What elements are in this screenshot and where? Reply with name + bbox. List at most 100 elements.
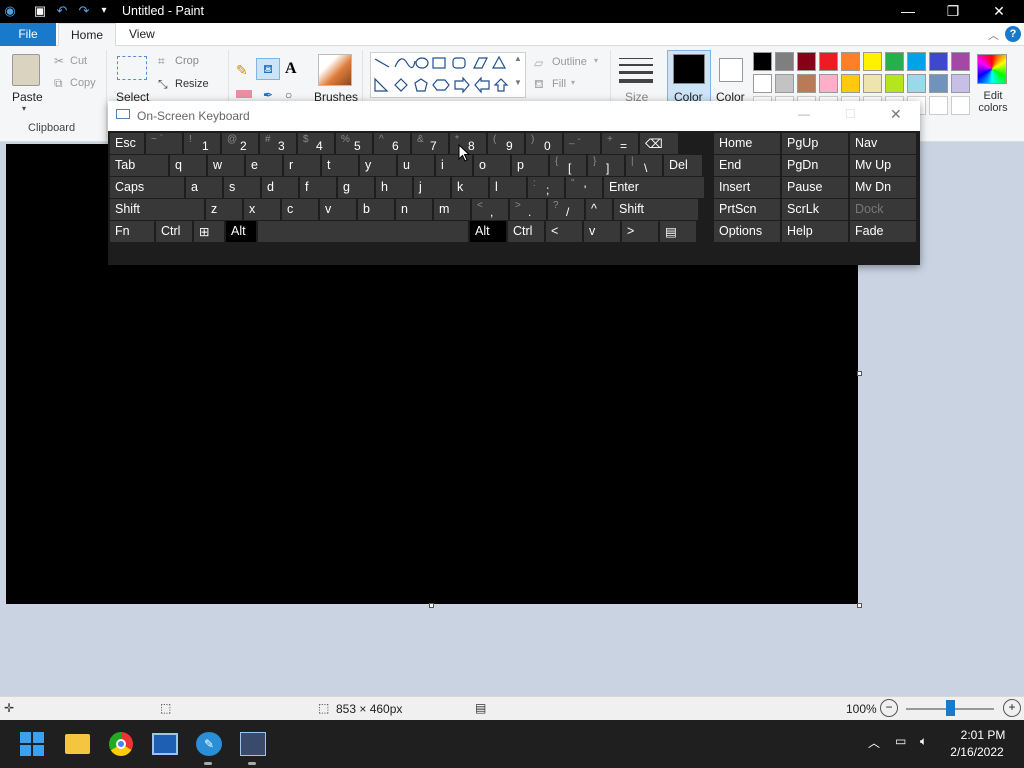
osk-key[interactable]: g	[338, 177, 374, 198]
zoom-slider-thumb[interactable]	[946, 700, 955, 716]
paste-button[interactable]: Paste	[12, 90, 43, 104]
close-button[interactable]: ✕	[976, 0, 1022, 23]
palette-swatch[interactable]	[775, 52, 794, 71]
osk-key[interactable]: Enter	[604, 177, 704, 198]
palette-swatch[interactable]	[753, 74, 772, 93]
paint-taskbar-icon[interactable]: ✎	[196, 732, 222, 756]
osk-key[interactable]: h	[376, 177, 412, 198]
undo-icon[interactable]: ↶	[54, 3, 70, 19]
edit-colors-button[interactable]: Edit colors	[977, 90, 1009, 114]
osk-key[interactable]: Caps	[110, 177, 184, 198]
pencil-icon[interactable]: ✎	[236, 62, 248, 79]
volume-icon[interactable]: 🔈︎	[920, 734, 927, 749]
osk-key[interactable]: z	[206, 199, 242, 220]
osk-key[interactable]: j	[414, 177, 450, 198]
app-window-icon[interactable]	[152, 733, 178, 755]
osk-key[interactable]: #3	[260, 133, 296, 154]
osk-key[interactable]: >	[622, 221, 658, 242]
osk-nav-key[interactable]: Nav	[850, 133, 916, 154]
tab-home[interactable]: Home	[58, 23, 117, 46]
brushes-icon[interactable]	[318, 54, 352, 86]
osk-nav-key[interactable]: Help	[782, 221, 848, 242]
osk-key[interactable]: $4	[298, 133, 334, 154]
palette-swatch[interactable]	[863, 52, 882, 71]
clock-time[interactable]: 2:01 PM	[958, 728, 1008, 742]
osk-key[interactable]: ⌫	[640, 133, 678, 154]
osk-key[interactable]: >.	[510, 199, 546, 220]
osk-key[interactable]: b	[358, 199, 394, 220]
osk-nav-key[interactable]: Fade	[850, 221, 916, 242]
osk-maximize-button[interactable]: ☐	[845, 107, 856, 121]
osk-nav-key[interactable]: Mv Dn	[850, 177, 916, 198]
edit-colors-icon[interactable]	[977, 54, 1007, 84]
osk-key[interactable]: a	[186, 177, 222, 198]
palette-swatch[interactable]	[753, 52, 772, 71]
osk-key[interactable]: <,	[472, 199, 508, 220]
osk-key[interactable]: ⊞	[194, 221, 224, 242]
osk-key[interactable]: Alt	[470, 221, 506, 242]
osk-key[interactable]: m	[434, 199, 470, 220]
palette-swatch-empty[interactable]	[951, 96, 970, 115]
osk-key[interactable]: | \	[626, 155, 662, 176]
osk-key[interactable]: q	[170, 155, 206, 176]
osk-key[interactable]: " '	[566, 177, 602, 198]
palette-swatch[interactable]	[775, 74, 794, 93]
osk-key[interactable]: d	[262, 177, 298, 198]
osk-key[interactable]: p	[512, 155, 548, 176]
osk-key[interactable]: % 5	[336, 133, 372, 154]
osk-key[interactable]: }]	[588, 155, 624, 176]
color2-swatch[interactable]	[719, 58, 743, 82]
osk-key[interactable]: f	[300, 177, 336, 198]
osk-key[interactable]: Fn	[110, 221, 154, 242]
quick-access-chevron-icon[interactable]: ▾	[96, 3, 112, 19]
copy-button[interactable]: Copy	[70, 77, 96, 89]
osk-key[interactable]: Shift	[110, 199, 204, 220]
osk-key[interactable]: Del	[664, 155, 702, 176]
magnifier-icon[interactable]: ○	[285, 88, 292, 102]
shapes-scroll-up-icon[interactable]: ▲	[514, 54, 522, 63]
palette-swatch[interactable]	[885, 74, 904, 93]
osk-close-button[interactable]: ✕	[890, 106, 902, 123]
palette-swatch[interactable]	[797, 74, 816, 93]
resize-handle-corner[interactable]	[857, 603, 862, 608]
collapse-ribbon-icon[interactable]: ︿	[988, 27, 999, 43]
osk-key[interactable]: ) 0	[526, 133, 562, 154]
palette-swatch-empty[interactable]	[929, 96, 948, 115]
on-screen-keyboard-taskbar-icon[interactable]	[240, 732, 266, 756]
osk-key[interactable]: c	[282, 199, 318, 220]
osk-nav-key[interactable]: ScrLk	[782, 199, 848, 220]
osk-key[interactable]: :;	[528, 177, 564, 198]
osk-key[interactable]: ^ 6	[374, 133, 410, 154]
osk-key[interactable]: k	[452, 177, 488, 198]
osk-nav-key[interactable]: PgUp	[782, 133, 848, 154]
osk-key[interactable]: n	[396, 199, 432, 220]
osk-nav-key[interactable]: End	[714, 155, 780, 176]
osk-key[interactable]: Shift	[614, 199, 698, 220]
osk-key[interactable]: v	[320, 199, 356, 220]
osk-nav-key[interactable]: Options	[714, 221, 780, 242]
osk-key[interactable]: x	[244, 199, 280, 220]
osk-nav-key[interactable]: PrtScn	[714, 199, 780, 220]
show-hidden-icons-button[interactable]: ︿	[868, 734, 880, 751]
osk-key[interactable]: u	[398, 155, 434, 176]
palette-swatch[interactable]	[819, 52, 838, 71]
osk-minimize-button[interactable]: —	[798, 107, 810, 121]
osk-key[interactable]	[258, 221, 468, 242]
size-icon[interactable]	[619, 56, 653, 84]
paste-icon[interactable]	[12, 54, 40, 86]
osk-key[interactable]: s	[224, 177, 260, 198]
osk-nav-key[interactable]: Mv Up	[850, 155, 916, 176]
osk-key[interactable]: Alt	[226, 221, 256, 242]
osk-key[interactable]: + =	[602, 133, 638, 154]
crop-button[interactable]: Crop	[175, 55, 199, 67]
palette-swatch[interactable]	[863, 74, 882, 93]
minimize-button[interactable]: —	[885, 0, 931, 23]
fill-bucket-icon[interactable]: ⛾	[256, 58, 280, 80]
osk-nav-key[interactable]: Home	[714, 133, 780, 154]
outline-button[interactable]: Outline	[552, 56, 587, 68]
osk-key[interactable]: (9	[488, 133, 524, 154]
color-picker-icon[interactable]: ✒	[263, 88, 273, 102]
osk-key[interactable]: Ctrl	[508, 221, 544, 242]
save-icon[interactable]: ▣	[32, 3, 48, 19]
osk-nav-key[interactable]: PgDn	[782, 155, 848, 176]
